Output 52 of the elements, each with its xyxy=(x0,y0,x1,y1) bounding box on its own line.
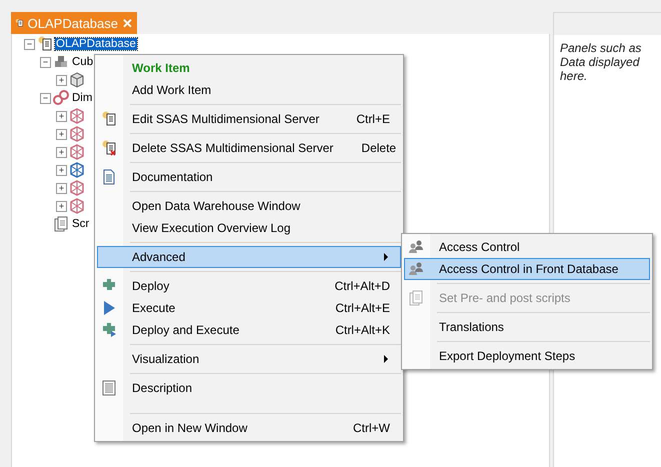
expand-toggle[interactable]: − xyxy=(24,38,35,50)
expand-toggle[interactable]: + xyxy=(56,74,67,86)
menu-item[interactable]: Add Work Item xyxy=(97,79,401,101)
menu-item[interactable]: Open in New Window Ctrl+W xyxy=(97,417,401,439)
text-icon xyxy=(101,380,117,396)
menu-item[interactable]: Deploy Ctrl+Alt+D xyxy=(97,275,401,297)
menu-item[interactable]: Advanced xyxy=(97,246,401,268)
menu-item[interactable]: Translations xyxy=(404,316,650,338)
menu-item[interactable]: Deploy and Execute Ctrl+Alt+K xyxy=(97,319,401,341)
users-icon xyxy=(408,261,424,277)
document-icon xyxy=(101,169,117,185)
expand-toggle[interactable]: − xyxy=(40,92,51,104)
menu-item[interactable]: Access Control in Front Database xyxy=(404,258,650,280)
dimension-icon xyxy=(69,162,85,178)
menu-item[interactable]: View Execution Overview Log xyxy=(97,217,401,239)
expand-toggle[interactable]: − xyxy=(40,56,51,68)
panel-hint: Panels such as Data displayed here. xyxy=(560,41,642,83)
play-icon xyxy=(101,300,117,316)
tree-node-label[interactable]: Dim xyxy=(71,92,94,104)
tree-node-label[interactable]: Scr xyxy=(71,218,90,230)
expand-toggle[interactable]: + xyxy=(56,110,67,122)
menu-item[interactable]: Open Data Warehouse Window xyxy=(97,195,401,217)
menu-item[interactable]: Delete SSAS Multidimensional Server Delete xyxy=(97,137,401,159)
menu-item[interactable]: Visualization xyxy=(97,348,401,370)
expand-toggle[interactable]: + xyxy=(56,128,67,140)
dimension-icon xyxy=(69,108,85,124)
script-icon xyxy=(53,216,69,232)
menu-item[interactable]: Description xyxy=(97,377,401,399)
dimension-icon xyxy=(69,198,85,214)
menu-header: Work Item xyxy=(131,60,191,77)
menu-item[interactable]: Execute Ctrl+Alt+E xyxy=(97,297,401,319)
server-delete-icon xyxy=(101,140,117,156)
menu-item[interactable]: Edit SSAS Multidimensional Server Ctrl+E xyxy=(97,108,401,130)
cube-icon xyxy=(69,72,85,88)
tree-node-label[interactable]: OLAPDatabase xyxy=(55,38,137,50)
cubes-icon xyxy=(53,54,69,70)
expand-toggle[interactable]: + xyxy=(56,200,67,212)
expand-toggle[interactable]: + xyxy=(56,164,67,176)
dimension-icon xyxy=(69,126,85,142)
menu-item[interactable]: Export Deployment Steps xyxy=(404,345,650,367)
script-icon xyxy=(408,290,424,306)
expand-toggle[interactable]: + xyxy=(56,146,67,158)
dimension-icon xyxy=(69,180,85,196)
tree-node-label[interactable]: Cub xyxy=(71,56,94,68)
users-icon xyxy=(408,239,424,255)
dimensions-icon xyxy=(53,90,69,106)
menu-item[interactable]: Access Control xyxy=(404,236,650,258)
expand-toggle[interactable]: + xyxy=(56,182,67,194)
dimension-icon xyxy=(69,144,85,160)
server-icon xyxy=(101,111,117,127)
puzzle-play-icon xyxy=(101,322,117,338)
menu-item[interactable]: Documentation xyxy=(97,166,401,188)
